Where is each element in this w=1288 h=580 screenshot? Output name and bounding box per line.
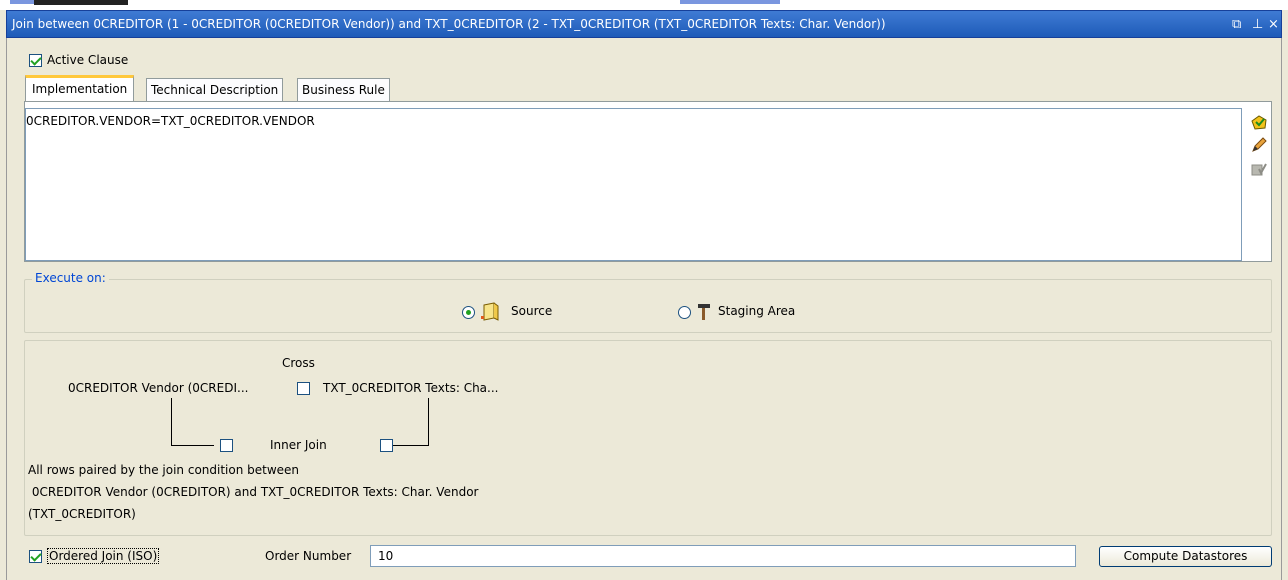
- ordered-join-checkbox[interactable]: [29, 550, 42, 563]
- right-outer-join-checkbox[interactable]: [380, 439, 393, 452]
- check-disabled-icon: [1250, 160, 1268, 178]
- right-connector-vertical: [428, 398, 429, 446]
- inner-join-label: Inner Join: [270, 438, 327, 452]
- pencil-icon[interactable]: [1250, 136, 1268, 154]
- cross-join-label: Cross: [282, 356, 315, 370]
- order-number-value: 10: [378, 549, 394, 563]
- join-condition-text: 0CREDITOR.VENDOR=TXT_0CREDITOR.VENDOR: [26, 114, 315, 128]
- cross-join-checkbox[interactable]: [297, 382, 310, 395]
- left-connector-vertical: [171, 398, 172, 445]
- join-condition-editor[interactable]: 0CREDITOR.VENDOR=TXT_0CREDITOR.VENDOR: [25, 108, 1242, 261]
- restore-icon[interactable]: ⧉: [1232, 11, 1241, 38]
- tab-implementation[interactable]: Implementation: [25, 75, 135, 102]
- compute-datastores-button[interactable]: Compute Datastores: [1099, 546, 1272, 567]
- source-datastore-icon: [480, 302, 502, 325]
- pin-icon[interactable]: ⊥: [1252, 11, 1263, 38]
- strip-tab-highlight-right: [680, 0, 780, 4]
- active-clause-checkbox[interactable]: [29, 54, 42, 67]
- tab-technical-description[interactable]: Technical Description: [146, 78, 284, 101]
- staging-area-radio[interactable]: [678, 306, 691, 319]
- right-connector-horizontal: [393, 445, 429, 446]
- active-clause-label: Active Clause: [47, 53, 129, 67]
- staging-area-label: Staging Area: [718, 304, 796, 318]
- left-connector-horizontal: [171, 445, 214, 446]
- left-outer-join-checkbox[interactable]: [220, 439, 233, 452]
- ordered-join-label: Ordered Join (ISO): [47, 548, 160, 564]
- right-datastore-label: TXT_0CREDITOR Texts: Cha...: [323, 381, 499, 395]
- execute-on-group: [24, 279, 1272, 333]
- tab-business-rule[interactable]: Business Rule: [297, 78, 390, 101]
- order-number-label: Order Number: [265, 549, 352, 563]
- join-description-line2: 0CREDITOR Vendor (0CREDITOR) and TXT_0CR…: [28, 485, 479, 499]
- left-datastore-label: 0CREDITOR Vendor (0CREDI...: [68, 381, 249, 395]
- execute-on-legend: Execute on:: [32, 271, 109, 285]
- join-type-group: [24, 340, 1272, 536]
- top-tab-strip: [0, 0, 1288, 10]
- staging-hammer-icon: [697, 303, 711, 324]
- window-title: Join between 0CREDITOR (1 - 0CREDITOR (0…: [12, 17, 886, 31]
- join-description-line3: (TXT_0CREDITOR): [28, 507, 136, 521]
- join-description-line1: All rows paired by the join condition be…: [28, 463, 300, 477]
- expression-editor-icon[interactable]: [1250, 113, 1268, 131]
- close-icon[interactable]: ×: [1268, 11, 1279, 38]
- window-title-bar: Join between 0CREDITOR (1 - 0CREDITOR (0…: [6, 10, 1282, 38]
- order-number-input[interactable]: 10: [370, 545, 1076, 567]
- source-label: Source: [511, 304, 553, 318]
- strip-tab-dark: [34, 0, 128, 5]
- source-radio[interactable]: [462, 306, 475, 319]
